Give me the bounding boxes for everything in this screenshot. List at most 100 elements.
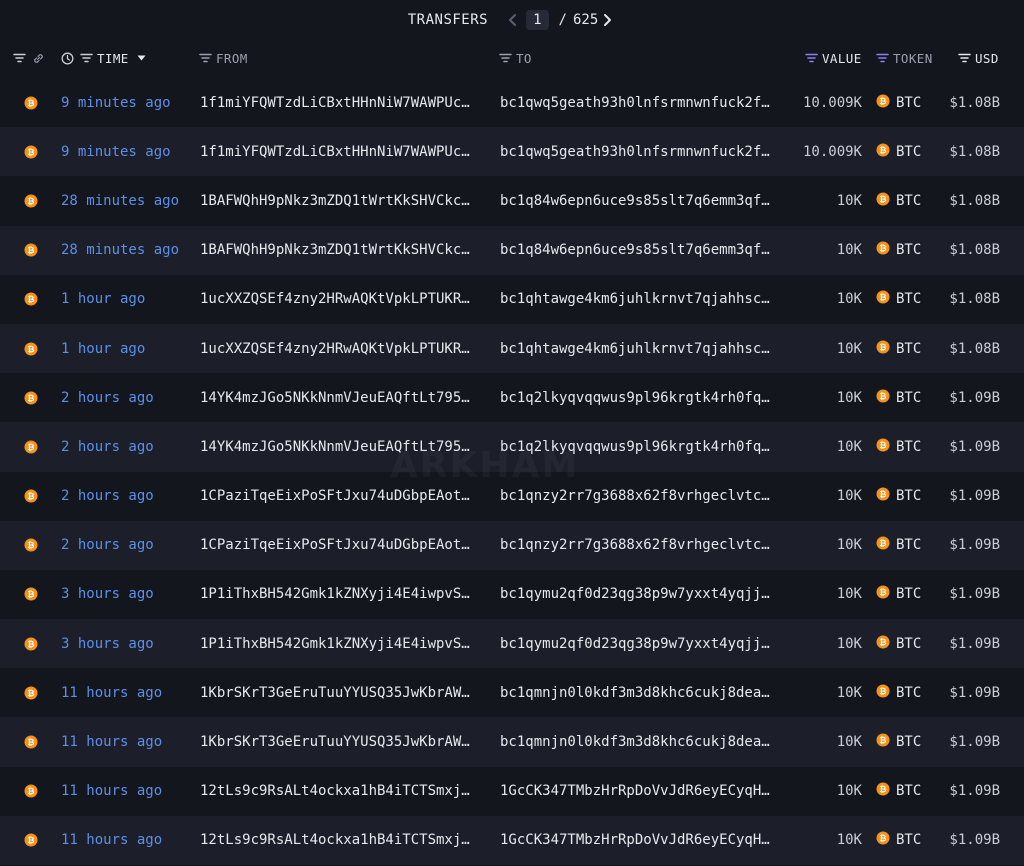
time-link[interactable]: 11 hours ago (61, 717, 191, 766)
time-link[interactable]: 3 hours ago (61, 619, 191, 668)
to-address-text[interactable]: bc1qmnjn0l0kdf3m3d8khc6cukj8dea… (500, 734, 770, 750)
table-row[interactable]: ₿ 1 hour ago 1ucXXZQSEf4zny2HRwAQKtVpkLPTU… (0, 323, 1024, 374)
token-text[interactable]: BTC (896, 95, 921, 111)
to-address[interactable]: bc1q84w6epn6uce9s85slt7q6emm3qf… (500, 176, 786, 225)
token-cell[interactable]: ₿ BTC (876, 472, 936, 521)
current-page-input[interactable]: 1 (526, 10, 549, 30)
from-address-text[interactable]: 1KbrSKrT3GeEruTuuYYUSQ35JwKbrAW… (200, 734, 470, 750)
token-cell[interactable]: ₿ BTC (876, 127, 936, 176)
from-address-text[interactable]: 12tLs9c9RsALt4ockxa1hB4iTCTSmxj… (200, 832, 470, 848)
time-text[interactable]: 11 hours ago (61, 832, 162, 848)
from-address[interactable]: 1CPaziTqeEixPoSFtJxu74uDGbpEAot… (200, 521, 484, 570)
to-address-text[interactable]: bc1qhtawge4km6juhlkrnvt7qjahhsc… (500, 341, 770, 357)
to-address[interactable]: bc1qnzy2rr7g3688x62f8vrhgeclvtc… (500, 521, 786, 570)
filter-active-icon[interactable] (805, 53, 818, 63)
btc-chain-icon[interactable]: ₿ (24, 472, 40, 521)
table-row[interactable]: ₿ 2 hours ago 1CPaziTqeEixPoSFtJxu74uDGbpE… (0, 472, 1024, 521)
from-address-text[interactable]: 14YK4mzJGo5NKkNnmVJeuEAQftLt795… (200, 439, 470, 455)
to-address-text[interactable]: bc1qhtawge4km6juhlkrnvt7qjahhsc… (500, 291, 770, 307)
from-address-text[interactable]: 14YK4mzJGo5NKkNnmVJeuEAQftLt795… (200, 390, 470, 406)
from-address[interactable]: 12tLs9c9RsALt4ockxa1hB4iTCTSmxj… (200, 767, 484, 816)
filter-icon[interactable] (199, 53, 212, 63)
time-text[interactable]: 2 hours ago (61, 439, 154, 455)
to-address-text[interactable]: 1GcCK347TMbzHrRpDoVvJdR6eyECyqH… (500, 783, 770, 799)
to-address[interactable]: bc1qmnjn0l0kdf3m3d8khc6cukj8dea… (500, 717, 786, 766)
table-row[interactable]: ₿ 28 minutes ago 1BAFWQhH9pNkz3mZDQ1tWrtKk… (0, 225, 1024, 275)
to-address-text[interactable]: bc1qnzy2rr7g3688x62f8vrhgeclvtc… (500, 488, 770, 504)
to-address[interactable]: bc1q2lkyqvqqwus9pl96krgtk4rh0fq… (500, 373, 786, 422)
to-address[interactable]: 1GcCK347TMbzHrRpDoVvJdR6eyECyqH… (500, 816, 786, 865)
token-cell[interactable]: ₿ BTC (876, 767, 936, 816)
time-text[interactable]: 11 hours ago (61, 734, 162, 750)
from-address[interactable]: 1f1miYFQWTzdLiCBxtHHnNiW7WAWPUc… (200, 78, 484, 127)
time-text[interactable]: 3 hours ago (61, 586, 154, 602)
token-cell[interactable]: ₿ BTC (876, 422, 936, 471)
btc-chain-icon[interactable]: ₿ (24, 767, 40, 816)
btc-chain-icon[interactable]: ₿ (24, 176, 40, 225)
btc-chain-icon[interactable]: ₿ (24, 619, 40, 668)
time-text[interactable]: 3 hours ago (61, 636, 154, 652)
token-text[interactable]: BTC (896, 734, 921, 750)
btc-chain-icon[interactable]: ₿ (24, 324, 40, 373)
btc-chain-icon[interactable]: ₿ (24, 422, 40, 471)
from-address[interactable]: 1P1iThxBH542Gmk1kZNXyji4E4iwpvS… (200, 570, 484, 619)
token-cell[interactable]: ₿ BTC (876, 668, 936, 717)
time-text[interactable]: 9 minutes ago (61, 95, 171, 111)
table-row[interactable]: ₿ 28 minutes ago 1BAFWQhH9pNkz3mZDQ1tWrtKk… (0, 176, 1024, 225)
to-address-text[interactable]: bc1qwq5geath93h0lnfsrmnwnfuck2f… (500, 144, 770, 160)
from-address[interactable]: 1ucXXZQSEf4zny2HRwAQKtVpkLPTUKR… (200, 275, 484, 324)
next-page-icon[interactable] (598, 8, 616, 32)
from-address[interactable]: 1ucXXZQSEf4zny2HRwAQKtVpkLPTUKR… (200, 324, 484, 373)
from-address-text[interactable]: 1KbrSKrT3GeEruTuuYYUSQ35JwKbrAW… (200, 685, 470, 701)
from-address-text[interactable]: 1f1miYFQWTzdLiCBxtHHnNiW7WAWPUc… (200, 144, 470, 160)
to-address[interactable]: bc1qhtawge4km6juhlkrnvt7qjahhsc… (500, 324, 786, 373)
token-text[interactable]: BTC (896, 685, 921, 701)
to-address-text[interactable]: bc1qymu2qf0d23qg38p9w7yxxt4yqjj… (500, 586, 770, 602)
to-column-header[interactable]: TO (499, 44, 532, 72)
from-address[interactable]: 12tLs9c9RsALt4ockxa1hB4iTCTSmxj… (200, 816, 484, 865)
token-cell[interactable]: ₿ BTC (876, 324, 936, 373)
to-address-text[interactable]: 1GcCK347TMbzHrRpDoVvJdR6eyECyqH… (500, 832, 770, 848)
table-row[interactable]: ₿ 1 hour ago 1ucXXZQSEf4zny2HRwAQKtVpkLPTU… (0, 275, 1024, 324)
to-address[interactable]: bc1qymu2qf0d23qg38p9w7yxxt4yqjj… (500, 619, 786, 668)
btc-chain-icon[interactable]: ₿ (24, 521, 40, 570)
from-address-text[interactable]: 1P1iThxBH542Gmk1kZNXyji4E4iwpvS… (200, 586, 470, 602)
from-address[interactable]: 1BAFWQhH9pNkz3mZDQ1tWrtKkSHVCkc… (200, 176, 484, 225)
from-address-text[interactable]: 12tLs9c9RsALt4ockxa1hB4iTCTSmxj… (200, 783, 470, 799)
token-text[interactable]: BTC (896, 783, 921, 799)
from-address-text[interactable]: 1P1iThxBH542Gmk1kZNXyji4E4iwpvS… (200, 636, 470, 652)
time-link[interactable]: 11 hours ago (61, 816, 191, 865)
token-text[interactable]: BTC (896, 242, 921, 258)
table-row[interactable]: ₿ 2 hours ago 14YK4mzJGo5NKkNnmVJeuEAQftLt… (0, 373, 1024, 422)
table-row[interactable]: ₿ 3 hours ago 1P1iThxBH542Gmk1kZNXyji4E4iw… (0, 570, 1024, 619)
token-cell[interactable]: ₿ BTC (876, 619, 936, 668)
time-text[interactable]: 9 minutes ago (61, 144, 171, 160)
token-text[interactable]: BTC (896, 537, 921, 553)
prev-page-icon[interactable] (504, 8, 522, 32)
time-link[interactable]: 2 hours ago (61, 472, 191, 521)
token-cell[interactable]: ₿ BTC (876, 275, 936, 324)
from-address[interactable]: 1CPaziTqeEixPoSFtJxu74uDGbpEAot… (200, 472, 484, 521)
table-row[interactable]: ₿ 11 hours ago 12tLs9c9RsALt4ockxa1hB4iTCT… (0, 815, 1024, 865)
time-link[interactable]: 9 minutes ago (61, 127, 191, 176)
time-text[interactable]: 2 hours ago (61, 390, 154, 406)
filter-icon[interactable] (958, 53, 971, 63)
from-address-text[interactable]: 1BAFWQhH9pNkz3mZDQ1tWrtKkSHVCkc… (200, 193, 470, 209)
time-link[interactable]: 9 minutes ago (61, 78, 191, 127)
token-cell[interactable]: ₿ BTC (876, 521, 936, 570)
to-address[interactable]: bc1q2lkyqvqqwus9pl96krgtk4rh0fq… (500, 422, 786, 471)
filter-active-icon[interactable] (876, 53, 889, 63)
btc-chain-icon[interactable]: ₿ (24, 717, 40, 766)
time-link[interactable]: 28 minutes ago (61, 176, 191, 225)
filter-icon[interactable] (13, 53, 26, 63)
from-address-text[interactable]: 1CPaziTqeEixPoSFtJxu74uDGbpEAot… (200, 537, 470, 553)
btc-chain-icon[interactable]: ₿ (24, 668, 40, 717)
time-link[interactable]: 2 hours ago (61, 422, 191, 471)
from-address[interactable]: 1KbrSKrT3GeEruTuuYYUSQ35JwKbrAW… (200, 668, 484, 717)
table-row[interactable]: ₿ 11 hours ago 12tLs9c9RsALt4ockxa1hB4iTCT… (0, 767, 1024, 816)
token-text[interactable]: BTC (896, 832, 921, 848)
from-column-header[interactable]: FROM (199, 44, 248, 72)
btc-chain-icon[interactable]: ₿ (24, 570, 40, 619)
btc-chain-icon[interactable]: ₿ (24, 226, 40, 275)
to-address-text[interactable]: bc1q84w6epn6uce9s85slt7q6emm3qf… (500, 242, 770, 258)
